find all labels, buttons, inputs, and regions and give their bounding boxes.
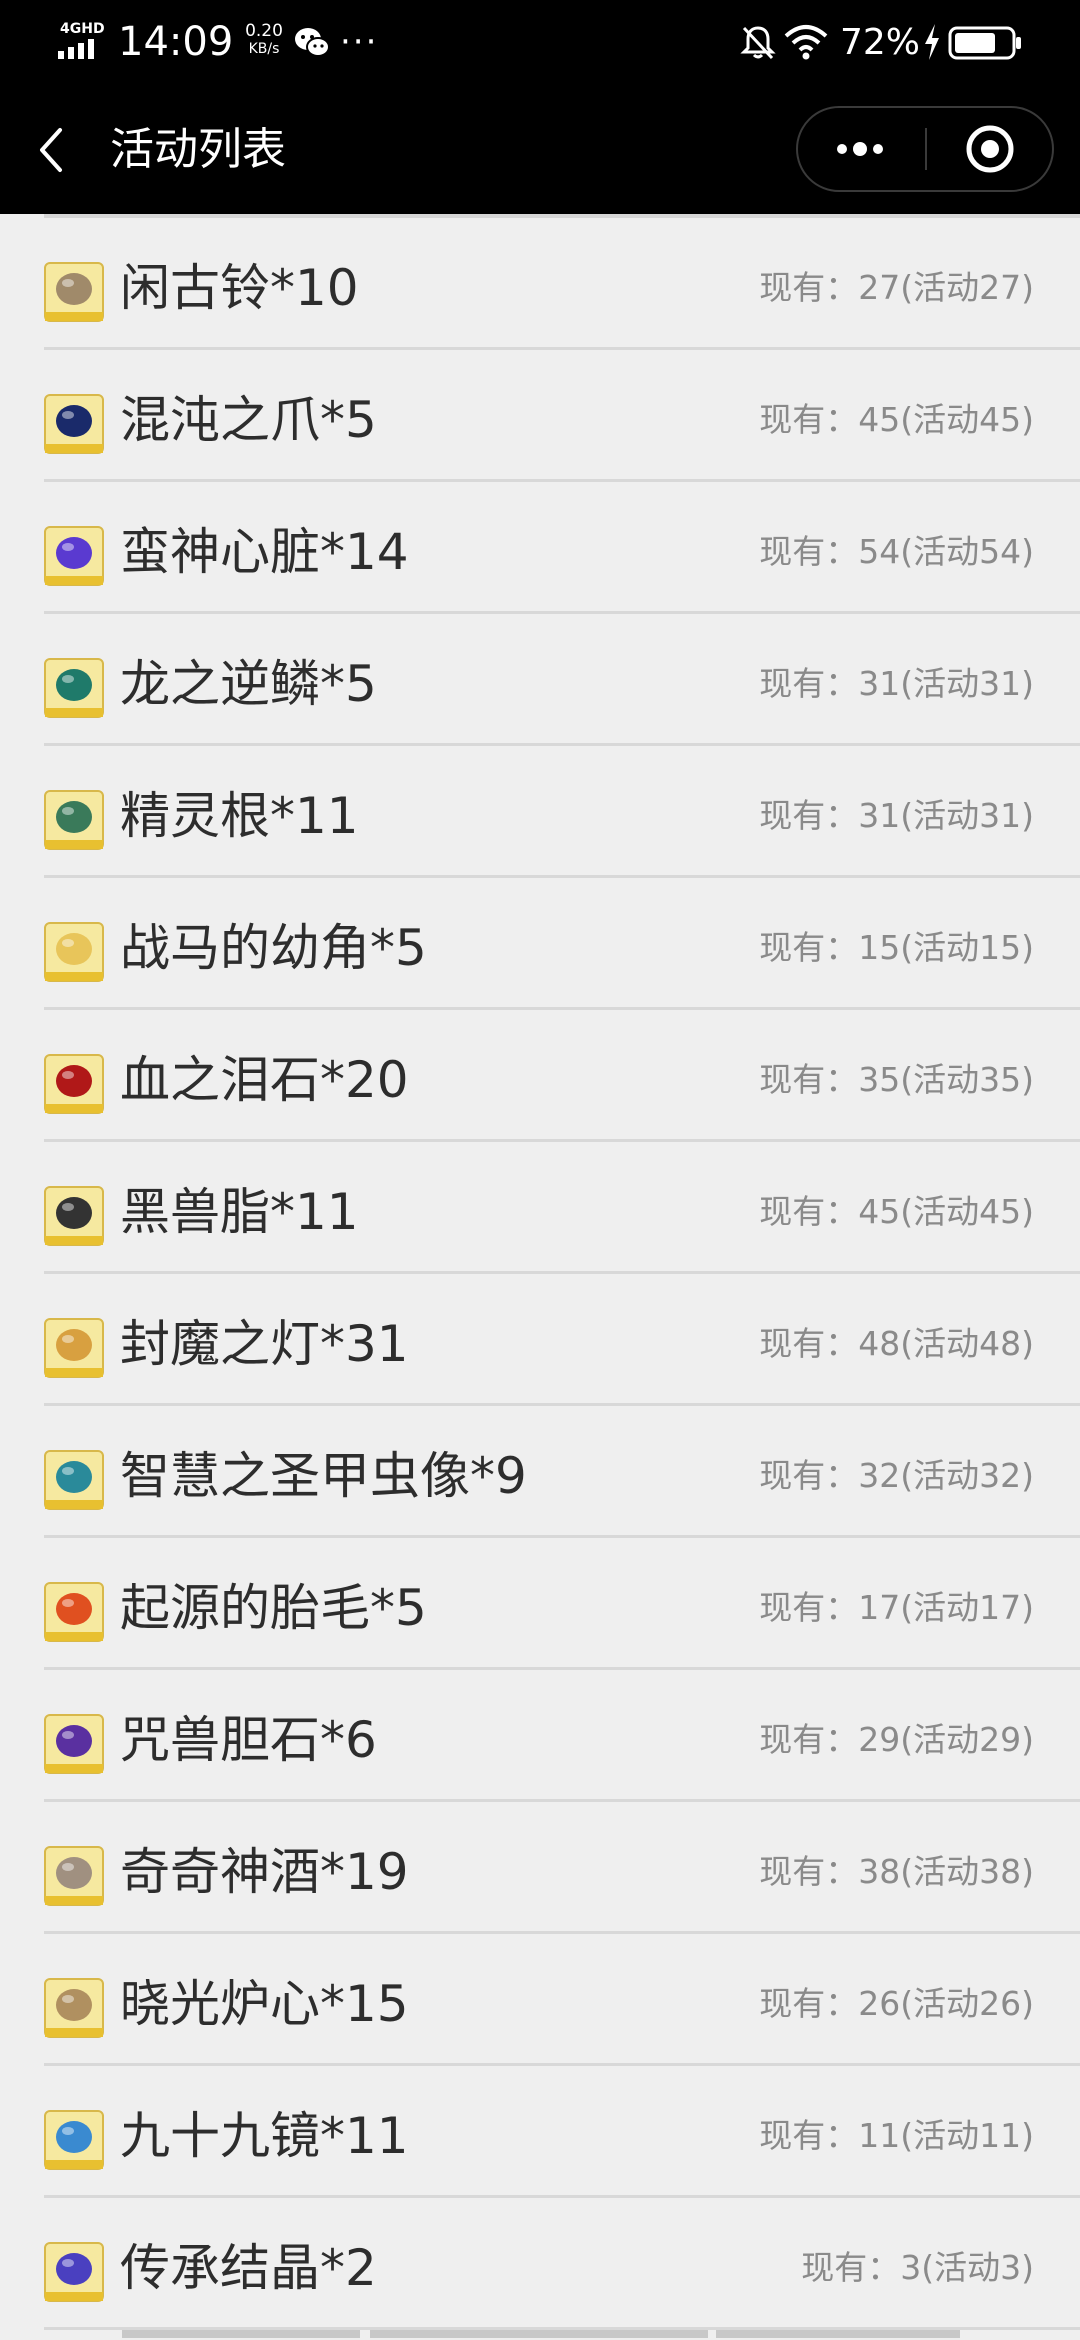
list-item[interactable]: 奇奇神酒*19 现有：38(活动38): [0, 1802, 1080, 1934]
item-stock: 现有：11(活动11): [759, 2116, 1034, 2155]
list-item[interactable]: 精灵根*11 现有：31(活动31): [0, 746, 1080, 878]
back-arrow-icon[interactable]: [30, 120, 74, 180]
item-name: 血之泪石*20: [120, 1051, 409, 1109]
item-name: 咒兽胆石*6: [120, 1711, 377, 1769]
item-name: 黑兽脂*11: [120, 1183, 359, 1241]
item-stock: 现有：38(活动38): [759, 1852, 1034, 1891]
mini-program-capsule: [796, 106, 1054, 192]
list-item[interactable]: 九十九镜*11 现有：11(活动11): [0, 2066, 1080, 2198]
item-stock: 现有：31(活动31): [759, 664, 1034, 703]
battery-icon: [948, 26, 1021, 60]
item-name: 龙之逆鳞*5: [120, 655, 377, 713]
list-item[interactable]: 黑兽脂*11 现有：45(活动45): [0, 1142, 1080, 1274]
item-stock: 现有：45(活动45): [759, 1192, 1034, 1231]
item-thumb: [44, 1846, 104, 1906]
item-name: 奇奇神酒*19: [120, 1843, 409, 1901]
list-item[interactable]: 混沌之爪*5 现有：45(活动45): [0, 350, 1080, 482]
item-thumb: [44, 1054, 104, 1114]
item-thumb: [44, 790, 104, 850]
item-thumb: [44, 1582, 104, 1642]
status-bar: 4GHD 14:09 0.20 KB/s ··· 72%: [0, 0, 1080, 86]
signal-bars-icon: [58, 39, 94, 59]
scroll-segment: [122, 2330, 360, 2338]
list-item[interactable]: 封魔之灯*31 现有：48(活动48): [0, 1274, 1080, 1406]
item-thumb: [44, 2110, 104, 2170]
item-stock: 现有：29(活动29): [759, 1720, 1034, 1759]
close-mini-program-button[interactable]: [928, 108, 1052, 190]
item-thumb: [44, 1714, 104, 1774]
item-name: 蛮神心脏*14: [120, 523, 409, 581]
page-title: 活动列表: [110, 124, 286, 175]
scroll-segment: [716, 2330, 960, 2338]
list-item[interactable]: 咒兽胆石*6 现有：29(活动29): [0, 1670, 1080, 1802]
list-item[interactable]: 龙之逆鳞*5 现有：31(活动31): [0, 614, 1080, 746]
item-thumb: [44, 1978, 104, 2038]
item-stock: 现有：3(活动3): [801, 2248, 1034, 2287]
item-stock: 现有：35(活动35): [759, 1060, 1034, 1099]
item-thumb: [44, 394, 104, 454]
more-options-button[interactable]: [798, 108, 922, 190]
item-stock: 现有：26(活动26): [759, 1984, 1034, 2023]
item-stock: 现有：45(活动45): [759, 400, 1034, 439]
item-name: 封魔之灯*31: [120, 1315, 409, 1373]
item-name: 闲古铃*10: [120, 259, 359, 317]
bottom-scroll-indicator: [0, 2328, 1080, 2340]
item-thumb: [44, 1450, 104, 1510]
item-name: 战马的幼角*5: [120, 919, 427, 977]
list-item[interactable]: 晓光炉心*15 现有：26(活动26): [0, 1934, 1080, 2066]
list-item[interactable]: 起源的胎毛*5 现有：17(活动17): [0, 1538, 1080, 1670]
network-speed-unit: KB/s: [248, 41, 280, 57]
network-speed-value: 0.20: [245, 21, 283, 41]
list-item[interactable]: 战马的幼角*5 现有：15(活动15): [0, 878, 1080, 1010]
navigation-bar: 活动列表: [0, 86, 1080, 214]
wechat-icon: [295, 28, 330, 57]
item-stock: 现有：32(活动32): [759, 1456, 1034, 1495]
item-thumb: [44, 1318, 104, 1378]
notification-more-icon: ···: [340, 22, 379, 62]
item-thumb: [44, 2242, 104, 2302]
item-thumb: [44, 262, 104, 322]
item-name: 九十九镜*11: [120, 2107, 409, 2165]
network-speed: 0.20 KB/s: [234, 21, 294, 58]
item-stock: 现有：27(活动27): [759, 268, 1034, 307]
list-item[interactable]: 智慧之圣甲虫像*9 现有：32(活动32): [0, 1406, 1080, 1538]
list-item[interactable]: 血之泪石*20 现有：35(活动35): [0, 1010, 1080, 1142]
item-thumb: [44, 658, 104, 718]
network-type: 4GHD: [60, 21, 105, 37]
item-name: 混沌之爪*5: [120, 391, 377, 449]
list-item[interactable]: 闲古铃*10 现有：27(活动27): [0, 218, 1080, 350]
item-thumb: [44, 1186, 104, 1246]
item-stock: 现有：31(活动31): [759, 796, 1034, 835]
mute-bell-icon: [740, 26, 776, 60]
item-name: 智慧之圣甲虫像*9: [120, 1447, 527, 1505]
status-time: 14:09: [118, 19, 234, 65]
item-name: 晓光炉心*15: [120, 1975, 409, 2033]
item-stock: 现有：15(活动15): [759, 928, 1034, 967]
capsule-divider: [925, 128, 927, 170]
item-thumb: [44, 922, 104, 982]
wifi-icon: [784, 25, 828, 60]
cellular-signal-icon: 4GHD: [58, 22, 106, 62]
list-item[interactable]: 传承结晶*2 现有：3(活动3): [0, 2198, 1080, 2330]
charging-bolt-icon: [925, 24, 939, 60]
item-thumb: [44, 526, 104, 586]
item-stock: 现有：17(活动17): [759, 1588, 1034, 1627]
list-item[interactable]: 蛮神心脏*14 现有：54(活动54): [0, 482, 1080, 614]
battery-percent: 72%: [840, 22, 921, 63]
item-name: 传承结晶*2: [120, 2239, 377, 2297]
item-stock: 现有：54(活动54): [759, 532, 1034, 571]
item-stock: 现有：48(活动48): [759, 1324, 1034, 1363]
scroll-segment: [370, 2330, 708, 2338]
item-name: 起源的胎毛*5: [120, 1579, 427, 1637]
item-name: 精灵根*11: [120, 787, 359, 845]
